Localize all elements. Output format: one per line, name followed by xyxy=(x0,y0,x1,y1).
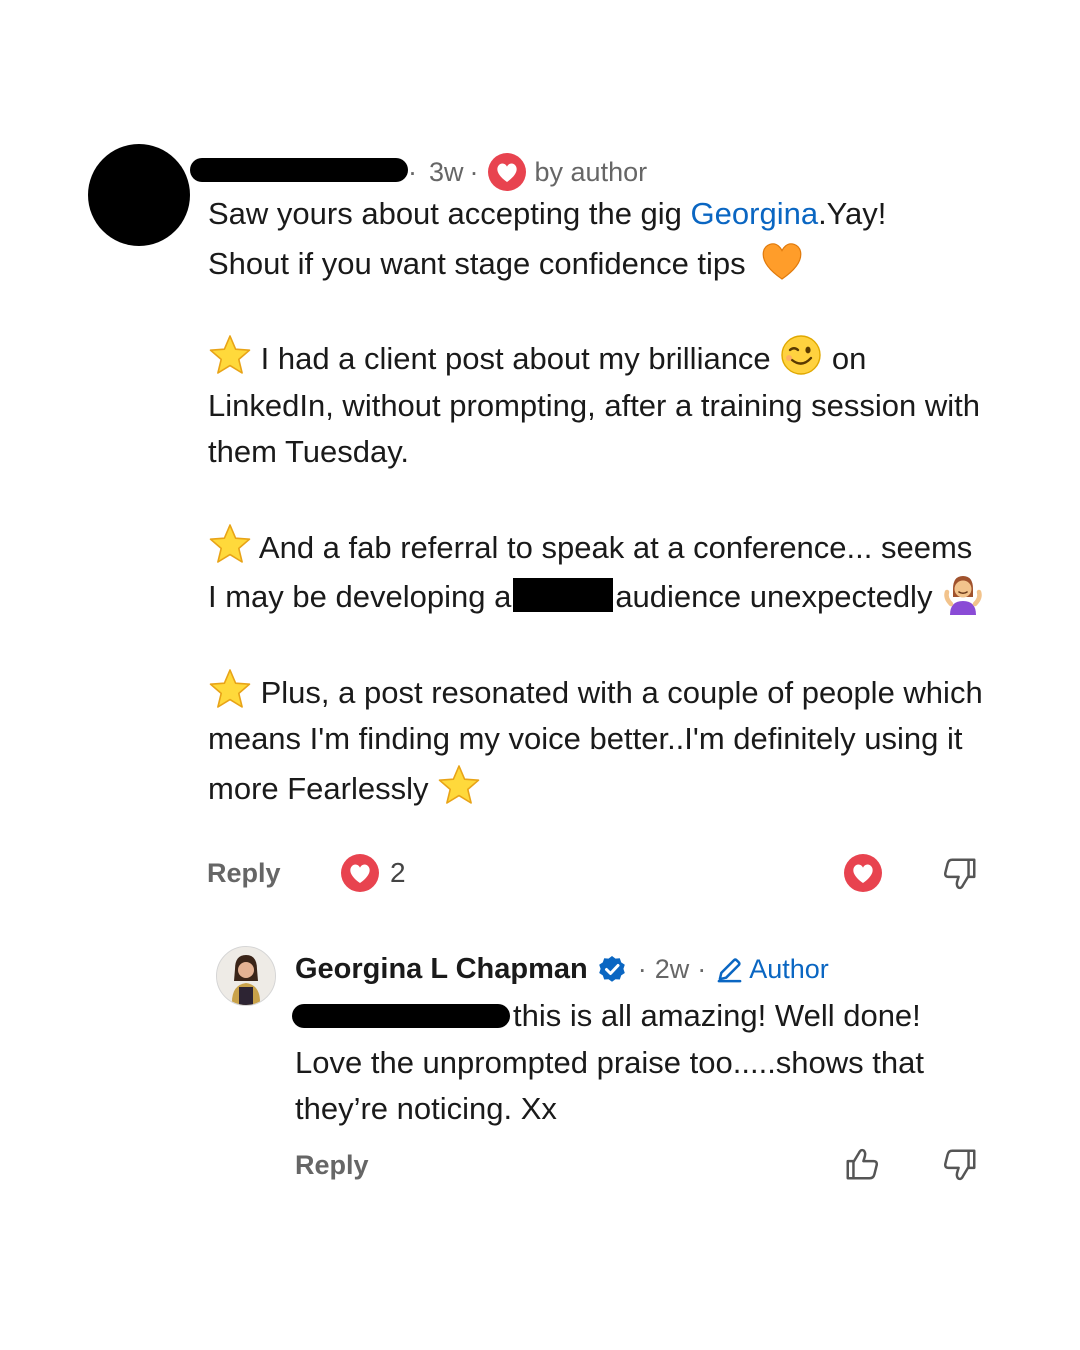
comment-paragraph-3: And a fab referral to speak at a confere… xyxy=(208,522,988,621)
reaction-count: 2 xyxy=(390,857,406,888)
thumbs-up-icon[interactable] xyxy=(843,1145,881,1183)
comment-meta: · 3w · by author xyxy=(408,152,647,192)
comment-dot: · xyxy=(408,156,417,187)
comment-text: .Yay! xyxy=(818,196,887,231)
shrugging-person-emoji xyxy=(944,576,982,615)
reply-body: this is all amazing! Well done! Love the… xyxy=(295,993,995,1133)
star-emoji xyxy=(208,333,252,377)
reply-time: 2w xyxy=(654,953,690,984)
profile-photo xyxy=(217,947,275,1005)
commenter-name-redaction xyxy=(190,158,408,182)
thumbs-down-icon[interactable] xyxy=(941,1146,979,1184)
winking-face-emoji xyxy=(781,335,821,375)
reply-text-rest: Love the unprompted praise too.....shows… xyxy=(295,1044,924,1127)
comment-paragraph-2: I had a client post about my brilliance … xyxy=(208,333,988,476)
avatar[interactable] xyxy=(216,946,276,1006)
pencil-icon xyxy=(717,957,742,982)
verified-badge-icon xyxy=(598,956,625,982)
comment-paragraph-4: Plus, a post resonated with a couple of … xyxy=(208,667,988,813)
inline-redaction xyxy=(513,578,614,612)
reply-dot: · xyxy=(637,953,647,984)
comment-text: audience unexpectedly xyxy=(615,579,942,614)
comment-paragraph-1: Saw yours about accepting the gig Georgi… xyxy=(208,191,988,287)
comment-dot: · xyxy=(469,156,479,187)
star-emoji xyxy=(437,763,481,807)
author-badge: Author xyxy=(749,953,829,984)
thumbs-down-icon[interactable] xyxy=(941,855,979,893)
star-emoji xyxy=(208,522,252,566)
comment-text: Saw yours about accepting the gig xyxy=(208,196,691,231)
liked-by-author-label: by author xyxy=(534,156,648,187)
reply-button[interactable]: Reply xyxy=(207,858,281,889)
comment-text: Shout if you want stage confidence tips xyxy=(208,245,746,281)
comment-time: 3w xyxy=(429,156,464,187)
reply-button[interactable]: Reply xyxy=(295,1150,369,1181)
reply-dot: · xyxy=(697,953,707,984)
comment-text: I had a client post about my brilliance xyxy=(252,341,780,376)
star-emoji xyxy=(208,667,252,711)
heart-icon xyxy=(340,853,380,893)
commenter-avatar[interactable] xyxy=(88,144,190,246)
heart-icon xyxy=(487,152,527,192)
orange-heart-emoji xyxy=(762,242,802,280)
heart-icon[interactable] xyxy=(843,853,883,893)
reply-header: Georgina L Chapman · 2w · Author xyxy=(295,948,829,990)
comment-text: Plus, a post resonated with a couple of … xyxy=(208,674,983,806)
reaction-summary[interactable]: 2 xyxy=(340,853,406,893)
reply-author-name[interactable]: Georgina L Chapman xyxy=(295,953,588,986)
reply-text-line-1: this is all amazing! Well done! xyxy=(513,998,921,1033)
mention-link[interactable]: Georgina xyxy=(691,196,819,231)
comment-body: Saw yours about accepting the gig Georgi… xyxy=(208,191,988,812)
